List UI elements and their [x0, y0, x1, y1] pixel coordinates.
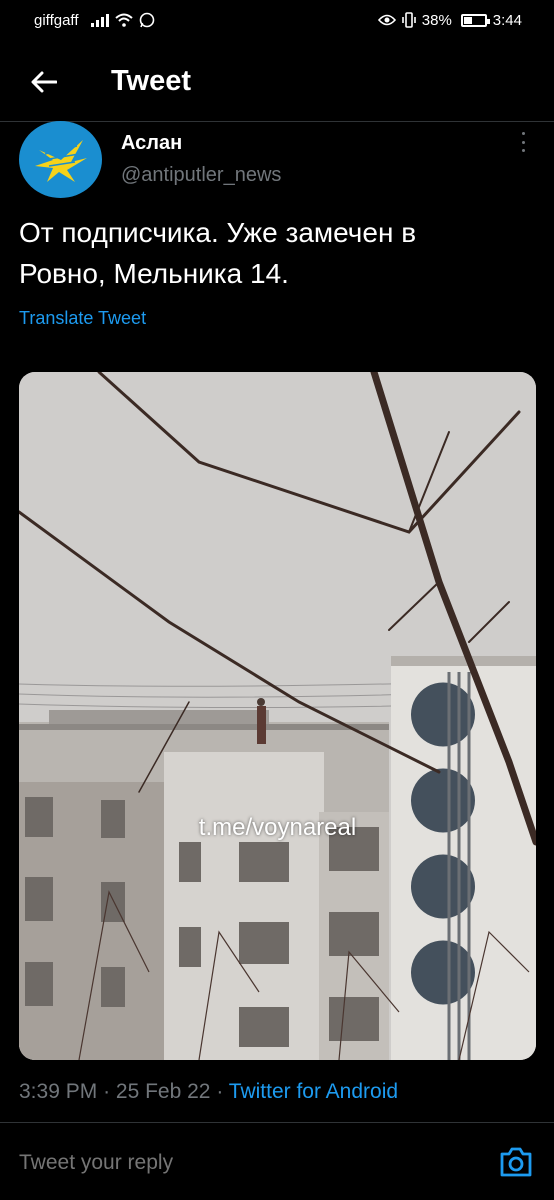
reply-input[interactable]	[19, 1151, 419, 1175]
meta-separator: ·	[103, 1080, 111, 1103]
page-title: Tweet	[111, 65, 192, 97]
tweet-date: 25 Feb 22	[115, 1080, 211, 1103]
status-right: 38% 3:44	[377, 11, 522, 29]
reply-bar	[0, 1122, 554, 1200]
status-left: giffgaff	[34, 12, 155, 29]
tweet-source-link[interactable]: Twitter for Android	[229, 1080, 398, 1103]
whatsapp-icon	[139, 12, 154, 28]
battery-percent: 38%	[421, 11, 452, 29]
back-button[interactable]	[26, 64, 62, 100]
media-watermark: t.me/voynareal	[198, 814, 357, 841]
tweet-text: От подписчика. Уже замечен в Ровно, Мель…	[19, 217, 417, 289]
camera-icon	[500, 1147, 532, 1177]
battery-fill	[463, 16, 472, 24]
meta-separator: ·	[216, 1080, 224, 1103]
status-time: 3:44	[492, 11, 522, 29]
signal-icon	[90, 13, 109, 27]
author-name[interactable]: Аслан	[121, 132, 182, 155]
tweet-meta: 3:39 PM · 25 Feb 22 · Twitter for Androi…	[19, 1080, 398, 1104]
translate-tweet-link[interactable]: Translate Tweet	[19, 308, 146, 329]
tweet-media-image[interactable]: t.me/voynareal	[19, 372, 536, 1060]
battery-icon	[460, 13, 490, 27]
golden-eagle-emblem-icon	[34, 139, 87, 182]
back-arrow-icon	[31, 71, 57, 93]
more-options-icon[interactable]	[512, 130, 534, 154]
status-bar: giffgaff 38% 3:44	[0, 0, 554, 40]
building-photo	[19, 372, 536, 1060]
carrier-label: giffgaff	[34, 11, 79, 29]
vibrate-icon	[401, 12, 416, 28]
author-handle[interactable]: @antiputler_news	[121, 164, 281, 187]
eye-icon	[377, 14, 396, 26]
tweet-time: 3:39 PM	[19, 1080, 98, 1103]
avatar[interactable]	[19, 121, 102, 198]
wifi-icon	[114, 13, 133, 27]
camera-button[interactable]	[498, 1145, 534, 1179]
app-header: Tweet	[0, 42, 554, 122]
